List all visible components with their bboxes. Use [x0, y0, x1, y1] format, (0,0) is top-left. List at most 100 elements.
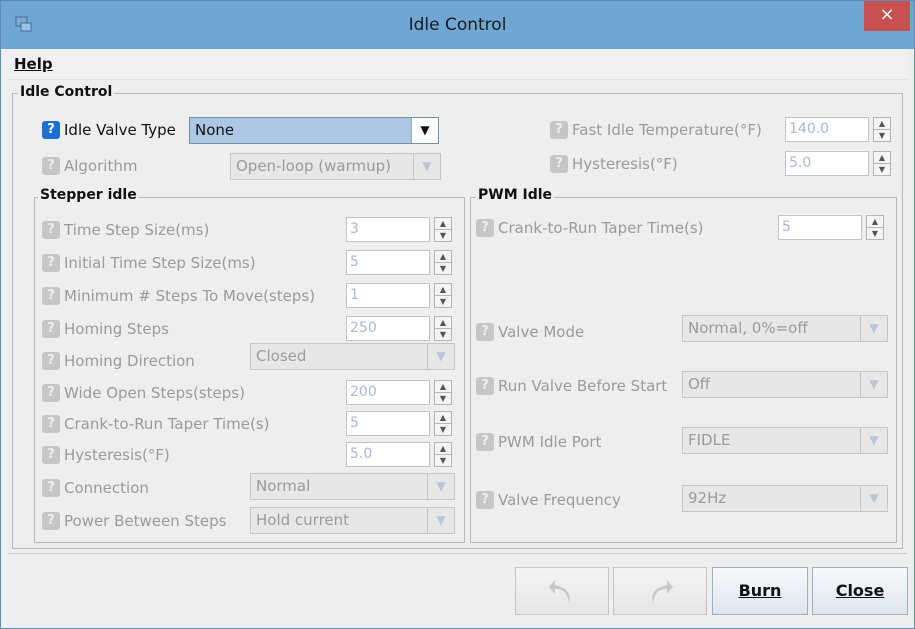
close-window-button[interactable]: × — [864, 1, 910, 31]
menu-help[interactable]: Help — [14, 55, 53, 73]
wide-open-steps-spinner[interactable]: ▲ ▼ — [434, 380, 452, 405]
connection-value: Normal — [256, 477, 311, 495]
homing-direction-select[interactable]: Closed ▼ — [250, 343, 455, 370]
pwm-crank-taper-spinner[interactable]: ▲ ▼ — [866, 215, 884, 240]
redo-button[interactable] — [613, 567, 707, 615]
title-bar[interactable]: Idle Control × — [1, 1, 914, 49]
chevron-down-icon: ▼ — [427, 508, 454, 533]
fast-idle-temp-label: Fast Idle Temperature(°F) — [572, 121, 762, 139]
chevron-down-icon: ▼ — [411, 118, 438, 143]
valve-mode-select[interactable]: Normal, 0%=off ▼ — [682, 315, 888, 342]
initial-time-step-spinner[interactable]: ▲ ▼ — [434, 250, 452, 275]
help-icon[interactable]: ? — [476, 377, 494, 395]
time-step-label: Time Step Size(ms) — [64, 221, 210, 239]
down-arrow-icon[interactable]: ▼ — [435, 455, 451, 466]
up-arrow-icon[interactable]: ▲ — [435, 317, 451, 329]
crank-taper-spinner[interactable]: ▲ ▼ — [434, 411, 452, 436]
down-arrow-icon[interactable]: ▼ — [867, 228, 883, 239]
pwm-crank-taper-label: Crank-to-Run Taper Time(s) — [498, 219, 704, 237]
menu-bar: Help — [8, 49, 907, 80]
help-icon[interactable]: ? — [42, 221, 60, 239]
time-step-spinner[interactable]: ▲ ▼ — [434, 217, 452, 242]
time-step-input[interactable]: 3 — [346, 217, 430, 242]
down-arrow-icon[interactable]: ▼ — [874, 130, 890, 141]
up-arrow-icon[interactable]: ▲ — [435, 412, 451, 424]
min-steps-input[interactable]: 1 — [346, 283, 430, 308]
up-arrow-icon[interactable]: ▲ — [867, 216, 883, 228]
down-arrow-icon[interactable]: ▼ — [435, 329, 451, 340]
chevron-down-icon: ▼ — [413, 154, 440, 179]
close-label: Close — [835, 581, 885, 600]
down-arrow-icon[interactable]: ▼ — [874, 164, 890, 175]
help-icon[interactable]: ? — [42, 320, 60, 338]
up-arrow-icon[interactable]: ▲ — [435, 284, 451, 296]
help-icon[interactable]: ? — [476, 491, 494, 509]
crank-taper-input[interactable]: 5 — [346, 411, 430, 436]
help-icon[interactable]: ? — [42, 479, 60, 497]
homing-direction-value: Closed — [256, 347, 307, 365]
help-icon[interactable]: ? — [476, 433, 494, 451]
idle-valve-type-label: Idle Valve Type — [64, 121, 176, 139]
help-icon[interactable]: ? — [42, 157, 60, 175]
help-icon[interactable]: ? — [550, 155, 568, 173]
pwm-crank-taper-input[interactable]: 5 — [778, 215, 862, 240]
help-icon[interactable]: ? — [42, 254, 60, 272]
valve-frequency-value: 92Hz — [688, 489, 727, 507]
help-icon[interactable]: ? — [476, 219, 494, 237]
close-button[interactable]: Close — [812, 567, 908, 615]
undo-button[interactable] — [515, 567, 609, 615]
down-arrow-icon[interactable]: ▼ — [435, 393, 451, 404]
help-icon[interactable]: ? — [42, 384, 60, 402]
initial-time-step-input[interactable]: 5 — [346, 250, 430, 275]
connection-select[interactable]: Normal ▼ — [250, 473, 455, 500]
help-icon[interactable]: ? — [42, 287, 60, 305]
stepper-hysteresis-input[interactable]: 5.0 — [346, 442, 430, 467]
fast-idle-temp-spinner[interactable]: ▲ ▼ — [873, 117, 891, 142]
help-icon[interactable]: ? — [42, 446, 60, 464]
stepper-hysteresis-spinner[interactable]: ▲ ▼ — [434, 442, 452, 467]
pwm-idle-port-select[interactable]: FIDLE ▼ — [682, 427, 888, 454]
footer-separator — [8, 553, 907, 554]
valve-frequency-select[interactable]: 92Hz ▼ — [682, 485, 888, 512]
chevron-down-icon: ▼ — [860, 428, 887, 453]
hysteresis-input[interactable]: 5.0 — [785, 151, 869, 176]
connection-label: Connection — [64, 479, 149, 497]
up-arrow-icon[interactable]: ▲ — [435, 251, 451, 263]
valve-frequency-label: Valve Frequency — [498, 491, 621, 509]
run-before-start-select[interactable]: Off ▼ — [682, 371, 888, 398]
idle-control-legend: Idle Control — [18, 84, 115, 100]
up-arrow-icon[interactable]: ▲ — [435, 218, 451, 230]
chevron-down-icon: ▼ — [860, 372, 887, 397]
homing-steps-spinner[interactable]: ▲ ▼ — [434, 316, 452, 341]
valve-mode-value: Normal, 0%=off — [688, 319, 808, 337]
homing-steps-input[interactable]: 250 — [346, 316, 430, 341]
up-arrow-icon[interactable]: ▲ — [874, 118, 890, 130]
down-arrow-icon[interactable]: ▼ — [435, 296, 451, 307]
min-steps-spinner[interactable]: ▲ ▼ — [434, 283, 452, 308]
homing-direction-label: Homing Direction — [64, 352, 195, 370]
help-icon[interactable]: ? — [550, 121, 568, 139]
wide-open-steps-input[interactable]: 200 — [346, 380, 430, 405]
help-icon[interactable]: ? — [42, 352, 60, 370]
chevron-down-icon: ▼ — [860, 486, 887, 511]
help-icon[interactable]: ? — [42, 415, 60, 433]
up-arrow-icon[interactable]: ▲ — [435, 443, 451, 455]
fast-idle-temp-input[interactable]: 140.0 — [785, 117, 869, 142]
algorithm-select[interactable]: Open-loop (warmup) ▼ — [230, 153, 441, 180]
down-arrow-icon[interactable]: ▼ — [435, 230, 451, 241]
help-icon[interactable]: ? — [476, 323, 494, 341]
idle-valve-type-select[interactable]: None ▼ — [189, 117, 439, 144]
homing-steps-label: Homing Steps — [64, 320, 169, 338]
power-between-select[interactable]: Hold current ▼ — [250, 507, 455, 534]
help-icon[interactable]: ? — [42, 121, 60, 139]
main-content: Idle Control ? Idle Valve Type None ▼ ? … — [8, 79, 907, 549]
algorithm-label: Algorithm — [64, 157, 138, 175]
burn-button[interactable]: Burn — [712, 567, 808, 615]
initial-time-step-label: Initial Time Step Size(ms) — [64, 254, 256, 272]
up-arrow-icon[interactable]: ▲ — [874, 152, 890, 164]
hysteresis-spinner[interactable]: ▲ ▼ — [873, 151, 891, 176]
down-arrow-icon[interactable]: ▼ — [435, 263, 451, 274]
down-arrow-icon[interactable]: ▼ — [435, 424, 451, 435]
up-arrow-icon[interactable]: ▲ — [435, 381, 451, 393]
help-icon[interactable]: ? — [42, 512, 60, 530]
